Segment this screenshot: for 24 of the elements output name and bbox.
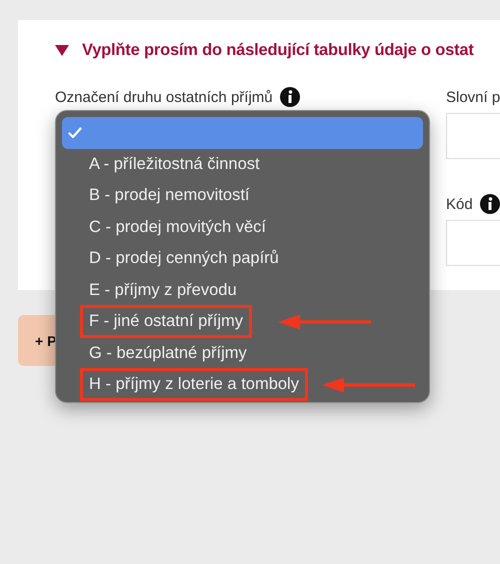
input-field[interactable] <box>446 220 500 266</box>
info-icon[interactable] <box>480 194 500 214</box>
highlighted-option: F - jiné ostatní příjmy <box>80 305 252 338</box>
menu-item[interactable]: C - prodej movitých věcí <box>62 212 423 243</box>
option-label: D - prodej cenných papírů <box>88 248 280 270</box>
option-label: E - příjmy z převodu <box>88 280 238 301</box>
menu-item[interactable]: E - příjmy z převodu <box>62 274 423 306</box>
info-icon[interactable] <box>280 87 300 107</box>
option-label: B - prodej nemovitostí <box>88 185 250 206</box>
collapse-triangle-icon[interactable] <box>55 45 69 56</box>
field-label: Kód <box>446 196 473 212</box>
option-label: C - prodej movitých věcí <box>88 216 267 238</box>
checkmark-icon <box>68 126 82 139</box>
input-field[interactable] <box>446 113 500 159</box>
menu-item[interactable]: B - prodej nemovitostí <box>62 180 423 212</box>
menu-item[interactable]: D - prodej cenných papírů <box>62 243 423 274</box>
highlighted-option: H - příjmy z loterie a tomboly <box>80 368 308 402</box>
menu-item[interactable]: A - příležitostná činnost <box>62 148 423 180</box>
field-label: Slovní p <box>446 88 500 106</box>
menu-item[interactable]: H - příjmy z loterie a tomboly <box>62 369 423 400</box>
section-title: Vyplňte prosím do následující tabulky údaje o ostat <box>82 41 474 60</box>
option-label: A - příležitostná činnost <box>88 154 261 175</box>
field-label: Označení druhu ostatních příjmů <box>55 88 273 106</box>
option-label: G - bezúplatné příjmy <box>88 342 248 364</box>
